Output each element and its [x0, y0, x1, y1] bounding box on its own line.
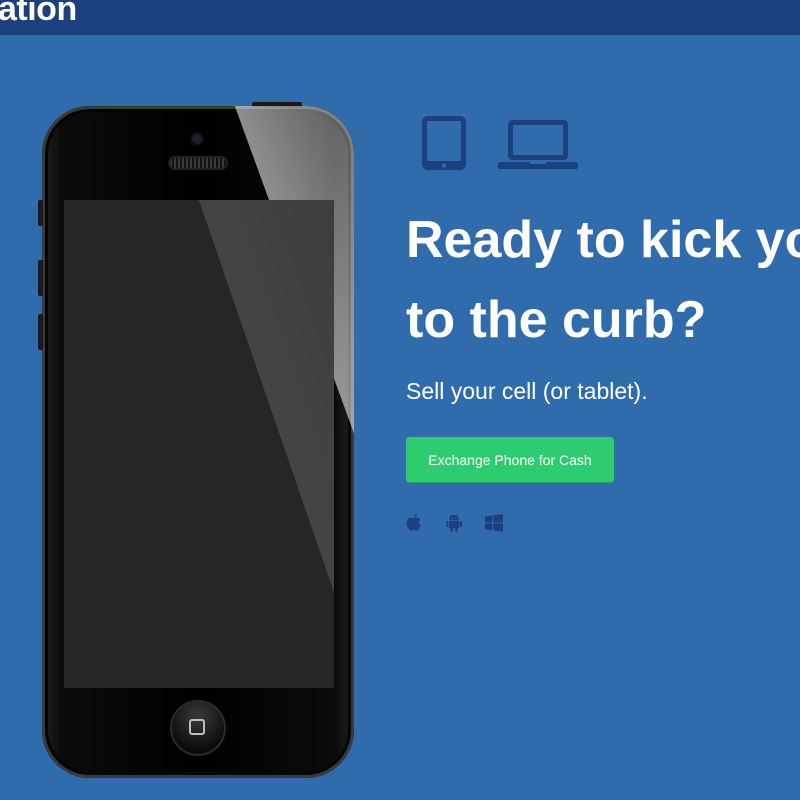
tablet-icon — [420, 114, 468, 177]
hero-subtitle: Sell your cell (or tablet). — [406, 378, 648, 404]
top-navbar: ation — [0, 0, 800, 35]
phone-camera — [192, 134, 202, 144]
phone-speaker — [170, 158, 226, 168]
hero-headline: Ready to kick yo to the curb? — [406, 200, 800, 360]
phone-volume-up — [38, 260, 43, 296]
android-icon — [445, 513, 463, 538]
windows-icon — [484, 513, 504, 538]
hero-headline-line-2: to the curb? — [406, 291, 707, 349]
phone-power-button — [252, 102, 302, 107]
apple-icon — [405, 513, 423, 538]
phone-illustration — [38, 102, 354, 778]
phone-mute-switch — [38, 200, 43, 226]
phone-volume-down — [38, 314, 43, 350]
phone-home-button — [170, 700, 226, 756]
brand-logo-text[interactable]: ation — [0, 0, 77, 29]
phone-screen — [64, 200, 334, 688]
screen-glare — [64, 200, 334, 688]
exchange-phone-button[interactable]: Exchange Phone for Cash — [406, 437, 614, 482]
hero-headline-line-1: Ready to kick yo — [406, 211, 800, 269]
laptop-icon — [498, 118, 578, 177]
